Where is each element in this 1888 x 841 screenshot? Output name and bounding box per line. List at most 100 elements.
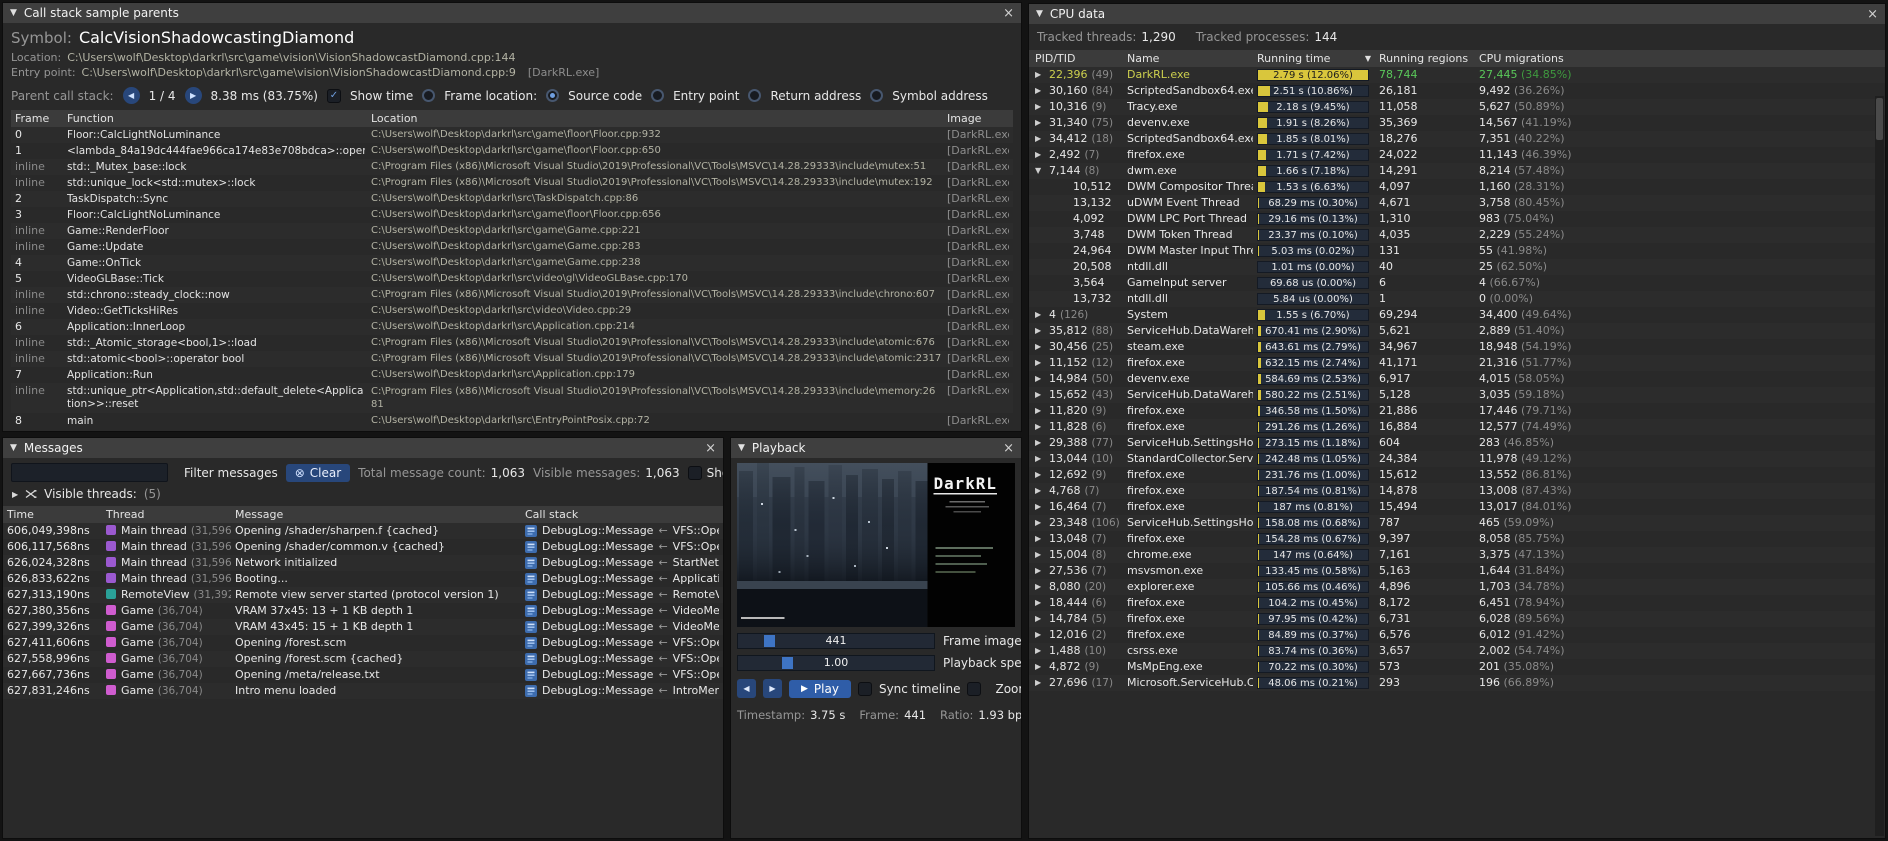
playback-titlebar[interactable]: ▼ Playback × [731,438,1021,458]
col-running-time[interactable]: Running time▼ [1257,50,1375,67]
col-location[interactable]: Location [371,110,941,127]
callstack-row[interactable]: inline std::atomic<bool>::operator bool … [11,351,1013,367]
collapse-icon[interactable]: ▼ [10,8,17,18]
callstack-row[interactable]: 8 main C:\Users\wolf\Desktop\darkrl\src\… [11,413,1013,428]
expand-arrow-icon[interactable]: ▶ [1035,323,1045,339]
expand-arrow-icon[interactable]: ▶ [1035,371,1045,387]
cpu-row[interactable]: 24,964 DWM Master Input Thread 5.03 ms (… [1029,243,1885,259]
radio-symbol-address[interactable] [870,89,883,102]
callstack-table-header[interactable]: Frame Function Location Image [11,110,1013,127]
cpu-row[interactable]: ▶12,692(9) firefox.exe 231.76 ms (1.00%)… [1029,467,1885,483]
cpu-row[interactable]: 3,564 GameInput server 69.68 us (0.00%) … [1029,275,1885,291]
collapse-icon[interactable]: ▼ [1036,9,1043,19]
message-row[interactable]: 626,024,328ns Main thread(31,596) Networ… [3,555,723,571]
message-callstack[interactable]: DebugLog::Message ← VFS::Open [525,651,719,667]
expand-arrow-icon[interactable]: ▶ [1035,147,1045,163]
radio-entry-point-label[interactable]: Entry point [673,89,739,103]
expand-arrow-icon[interactable]: ▶ [1035,547,1045,563]
filter-input[interactable] [11,463,168,482]
cpu-row[interactable]: ▶1,488(10) csrss.exe 83.74 ms (0.36%) 3,… [1029,643,1885,659]
radio-source-code-label[interactable]: Source code [568,89,642,103]
col-name[interactable]: Name [1127,50,1253,67]
visible-threads-label[interactable]: Visible threads: [44,487,137,501]
cpu-row[interactable]: ▶11,152(12) firefox.exe 632.15 ms (2.74%… [1029,355,1885,371]
close-icon[interactable]: × [1003,7,1014,20]
message-callstack[interactable]: DebugLog::Message ← VFS::Open [525,539,719,555]
cpu-row[interactable]: ▶15,652(43) ServiceHub.DataWarehouse 580… [1029,387,1885,403]
cpu-row[interactable]: ▶35,812(88) ServiceHub.DataWarehouse 670… [1029,323,1885,339]
expand-arrow-icon[interactable]: ▶ [1035,627,1045,643]
collapse-icon[interactable]: ▼ [10,443,17,453]
expand-arrow-icon[interactable]: ▶ [1035,499,1045,515]
cpu-scrollbar-thumb[interactable] [1876,98,1883,140]
radio-return-address[interactable] [748,89,761,102]
messages-titlebar[interactable]: ▼ Messages × [3,438,723,458]
callstack-row[interactable]: 3 Floor::CalcLightNoLuminance C:\Users\w… [11,207,1013,223]
callstack-row[interactable]: inline std::_Atomic_storage<bool,1>::loa… [11,335,1013,351]
cpu-row[interactable]: ▼7,144(8) dwm.exe 1.66 s (7.18%) 14,291 … [1029,163,1885,179]
message-row[interactable]: 627,313,190ns RemoteView(31,392) Remote … [3,587,723,603]
message-callstack[interactable]: DebugLog::Message ← VideoMemo [525,619,719,635]
message-callstack[interactable]: DebugLog::Message ← VideoMemo [525,603,719,619]
cpu-row[interactable]: ▶22,396(49) DarkRL.exe 2.79 s (12.06%) 7… [1029,67,1885,83]
radio-return-address-label[interactable]: Return address [770,89,861,103]
expand-arrow-icon[interactable]: ▼ [1035,163,1045,179]
message-callstack[interactable]: DebugLog::Message ← Application: [525,571,719,587]
cpu-row[interactable]: ▶14,784(5) firefox.exe 97.95 ms (0.42%) … [1029,611,1885,627]
close-icon[interactable]: × [1867,8,1878,21]
messages-table-header[interactable]: Time Thread Message Call stack [3,506,723,523]
cpu-row[interactable]: ▶4(126) System 1.55 s (6.70%) 69,294 34,… [1029,307,1885,323]
play-button[interactable]: ▶Play [789,680,851,698]
expand-arrow-icon[interactable]: ▶ [1035,531,1045,547]
cpu-row[interactable]: ▶34,412(18) ScriptedSandbox64.exe 1.85 s… [1029,131,1885,147]
cpu-row[interactable]: ▶4,768(7) firefox.exe 187.54 ms (0.81%) … [1029,483,1885,499]
cpu-row[interactable]: 13,732 ntdll.dll 5.84 us (0.00%) 1 0 (0.… [1029,291,1885,307]
close-icon[interactable]: × [1003,442,1014,455]
callstack-row[interactable]: 2 TaskDispatch::Sync C:\Users\wolf\Deskt… [11,191,1013,207]
callstack-row[interactable]: inline std::chrono::steady_clock::now C:… [11,287,1013,303]
expand-arrow-icon[interactable]: ▶ [1035,451,1045,467]
cpu-row[interactable]: ▶14,984(50) dev​env.exe 584.69 ms (2.53%… [1029,371,1885,387]
expand-threads-icon[interactable]: ▶ [12,490,18,499]
cpu-row[interactable]: ▶15,004(8) chrome.exe 147 ms (0.64%) 7,1… [1029,547,1885,563]
col-frame[interactable]: Frame [15,110,61,127]
step-back-button[interactable]: ◀ [737,679,756,698]
zoom-checkbox[interactable]: ✓ [967,682,981,696]
message-row[interactable]: 627,831,246ns Game(36,704) Intro menu lo… [3,683,723,699]
cpu-row[interactable]: ▶2,492(7) firefox.exe 1.71 s (7.42%) 24,… [1029,147,1885,163]
cpu-row[interactable]: ▶27,536(7) msvsmon.exe 133.45 ms (0.58%)… [1029,563,1885,579]
message-row[interactable]: 626,833,622ns Main thread(31,596) Bootin… [3,571,723,587]
expand-arrow-icon[interactable]: ▶ [1035,131,1045,147]
col-pid-tid[interactable]: PID/TID [1035,50,1123,67]
next-parent-button[interactable]: ▶ [185,87,202,104]
cpu-row[interactable]: ▶30,456(25) steam.exe 643.61 ms (2.79%) … [1029,339,1885,355]
cpu-row[interactable]: ▶4,872(9) MsMpEng.exe 70.22 ms (0.30%) 5… [1029,659,1885,675]
expand-arrow-icon[interactable]: ▶ [1035,419,1045,435]
step-forward-button[interactable]: ▶ [763,679,782,698]
col-running-regions[interactable]: Running regions [1379,50,1475,67]
expand-arrow-icon[interactable]: ▶ [1035,675,1045,691]
cpu-row[interactable]: 4,092 DWM LPC Port Thread 29.16 ms (0.13… [1029,211,1885,227]
playback-speed-slider[interactable]: 1.00 [737,655,935,671]
message-row[interactable]: 606,117,568ns Main thread(31,596) Openin… [3,539,723,555]
expand-arrow-icon[interactable]: ▶ [1035,355,1045,371]
cpu-row[interactable]: 3,748 DWM Token Thread 23.37 ms (0.10%) … [1029,227,1885,243]
expand-arrow-icon[interactable]: ▶ [1035,659,1045,675]
callstack-row[interactable]: 5 VideoGLBase::Tick C:\Users\wolf\Deskto… [11,271,1013,287]
message-callstack[interactable]: DebugLog::Message ← RemoteVie [525,587,719,603]
message-row[interactable]: 627,411,606ns Game(36,704) Opening /fore… [3,635,723,651]
expand-arrow-icon[interactable]: ▶ [1035,339,1045,355]
close-icon[interactable]: × [705,442,716,455]
callstack-row[interactable]: 4 Game::OnTick C:\Users\wolf\Desktop\dar… [11,255,1013,271]
expand-arrow-icon[interactable]: ▶ [1035,67,1045,83]
expand-arrow-icon[interactable]: ▶ [1035,483,1045,499]
sync-timeline-checkbox[interactable]: ✓ [858,682,872,696]
message-row[interactable]: 606,049,398ns Main thread(31,596) Openin… [3,523,723,539]
col-cpu-migrations[interactable]: CPU migrations [1479,50,1879,67]
expand-arrow-icon[interactable]: ▶ [1035,115,1045,131]
message-row[interactable]: 627,380,356ns Game(36,704) VRAM 37x45: 1… [3,603,723,619]
expand-arrow-icon[interactable]: ▶ [1035,579,1045,595]
expand-arrow-icon[interactable]: ▶ [1035,515,1045,531]
radio-source-code[interactable] [546,89,559,102]
callstack-row[interactable]: 6 Application::InnerLoop C:\Users\wolf\D… [11,319,1013,335]
